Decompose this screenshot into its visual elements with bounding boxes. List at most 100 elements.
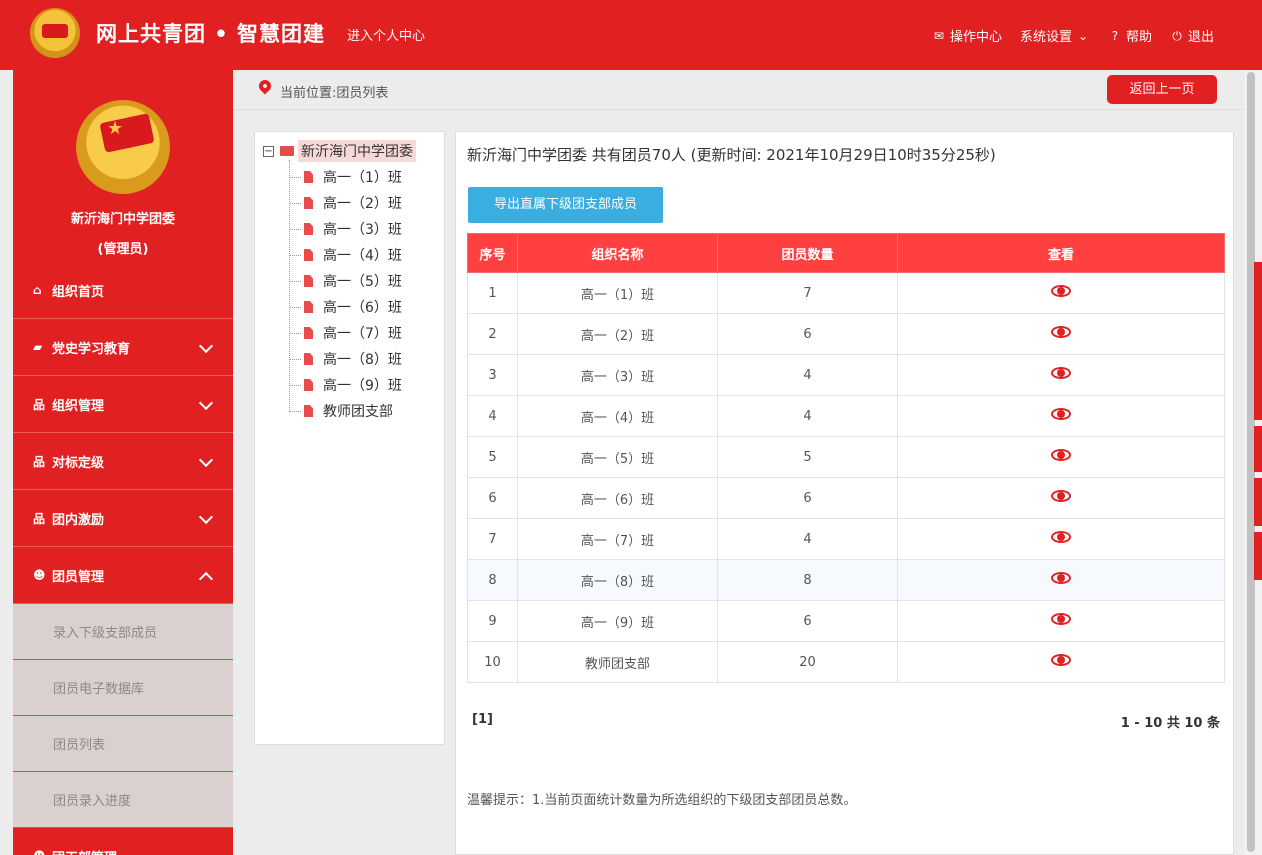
cell-org-name: 高一（7）班 xyxy=(517,518,718,560)
tree-node-label: 教师团支部 xyxy=(323,404,393,420)
help-link[interactable]: ? 帮助 xyxy=(1108,26,1152,46)
cell-index: 6 xyxy=(467,477,518,519)
eye-icon[interactable] xyxy=(1050,365,1072,381)
chevron-up-icon xyxy=(198,571,214,587)
cell-org-name: 高一（3）班 xyxy=(517,354,718,396)
eye-icon[interactable] xyxy=(1050,447,1072,463)
column-header: 序号 xyxy=(467,233,518,273)
menu-item-incentive[interactable]: 品 团内激励 xyxy=(13,490,233,547)
ops-center-link[interactable]: ✉ 操作中心 xyxy=(932,26,1002,46)
file-icon xyxy=(304,223,313,235)
tree-node[interactable]: 高一（8）班 xyxy=(289,346,402,372)
chevron-down-icon: ⌄ xyxy=(1077,28,1088,43)
pagination-page-link[interactable]: [1] xyxy=(472,712,493,727)
cell-index: 7 xyxy=(467,518,518,560)
tree-node[interactable]: 高一（3）班 xyxy=(289,216,402,242)
settings-menu[interactable]: 系统设置 ⌄ xyxy=(1020,26,1090,46)
cell-index: 8 xyxy=(467,559,518,601)
tree-connector xyxy=(289,358,301,360)
eye-icon[interactable] xyxy=(1050,488,1072,504)
brand-title: 网上共青团 • 智慧团建 xyxy=(96,22,326,46)
column-header: 团员数量 xyxy=(717,233,898,273)
menu-item-home[interactable]: ⌂ 组织首页 xyxy=(13,262,233,319)
submenu-item-enter-members[interactable]: 录入下级支部成员 xyxy=(13,604,233,660)
tree-node[interactable]: 高一（7）班 xyxy=(289,320,402,346)
cell-member-count: 4 xyxy=(717,354,898,396)
tree-node[interactable]: 高一（6）班 xyxy=(289,294,402,320)
cell-member-count: 7 xyxy=(717,272,898,314)
menu-label: 党史学习教育 xyxy=(52,341,131,357)
tree-connector xyxy=(289,176,301,178)
tree-connector xyxy=(289,332,301,334)
cell-org-name: 高一（4）班 xyxy=(517,395,718,437)
export-members-button[interactable]: 导出直属下级团支部成员 xyxy=(468,187,663,223)
personal-center-link[interactable]: 进入个人中心 xyxy=(347,25,425,44)
league-emblem-icon xyxy=(76,100,170,194)
submenu-item-member-list[interactable]: 团员列表 xyxy=(13,716,233,772)
menu-item-party-history[interactable]: ▰ 党史学习教育 xyxy=(13,319,233,376)
cell-org-name: 高一（8）班 xyxy=(517,559,718,601)
cell-member-count: 6 xyxy=(717,600,898,642)
cell-org-name: 高一（1）班 xyxy=(517,272,718,314)
tree-node[interactable]: 高一（5）班 xyxy=(289,268,402,294)
top-header: 网上共青团 • 智慧团建 进入个人中心 ✉ 操作中心 系统设置 ⌄ ? 帮助 ⏻… xyxy=(0,0,1262,70)
tree-root-label: 新沂海门中学团委 xyxy=(298,140,416,162)
sitemap-icon: 品 xyxy=(33,397,46,412)
cell-org-name: 高一（9）班 xyxy=(517,600,718,642)
submenu-item-member-database[interactable]: 团员电子数据库 xyxy=(13,660,233,716)
table-row: 2 高一（2）班 6 xyxy=(467,313,1225,355)
file-icon xyxy=(304,275,313,287)
tree-node[interactable]: 高一（9）班 xyxy=(289,372,402,398)
file-icon xyxy=(304,353,313,365)
tree-node[interactable]: 高一（4）班 xyxy=(289,242,402,268)
submenu-item-entry-progress[interactable]: 团员录入进度 xyxy=(13,772,233,828)
cell-view xyxy=(897,641,1225,683)
eye-icon[interactable] xyxy=(1050,570,1072,586)
tree-node[interactable]: 高一（1）班 xyxy=(289,164,402,190)
tree-node[interactable]: 教师团支部 xyxy=(289,398,402,424)
menu-label: 团内激励 xyxy=(52,512,105,528)
tree-connector xyxy=(289,202,301,204)
envelope-icon: ✉ xyxy=(933,28,944,43)
back-button[interactable]: 返回上一页 xyxy=(1107,75,1217,104)
cell-index: 3 xyxy=(467,354,518,396)
menu-item-member-manage[interactable]: ☻ 团员管理 xyxy=(13,547,233,604)
chevron-down-icon xyxy=(198,452,214,468)
cell-view xyxy=(897,436,1225,478)
collapse-toggle-icon[interactable]: − xyxy=(263,145,274,157)
org-role: (管理员) xyxy=(97,242,149,257)
chevron-down-icon xyxy=(198,395,214,411)
floating-side-tab[interactable] xyxy=(1254,426,1262,472)
tree-root-node[interactable]: − 新沂海门中学团委 xyxy=(263,140,416,162)
menu-item-cadre-manage[interactable]: ☻ 团干部管理 xyxy=(13,828,233,855)
menu-item-benchmark[interactable]: 品 对标定级 xyxy=(13,433,233,490)
tree-node[interactable]: 高一（2）班 xyxy=(289,190,402,216)
floating-side-tab[interactable] xyxy=(1254,262,1262,420)
floating-side-tab[interactable] xyxy=(1254,478,1262,526)
question-icon: ? xyxy=(1111,28,1119,43)
cell-member-count: 4 xyxy=(717,395,898,437)
org-name: 新沂海门中学团委 xyxy=(70,212,175,227)
file-icon xyxy=(304,405,313,417)
cell-index: 1 xyxy=(467,272,518,314)
file-icon xyxy=(304,249,313,261)
eye-icon[interactable] xyxy=(1050,529,1072,545)
eye-icon[interactable] xyxy=(1050,324,1072,340)
cell-member-count: 8 xyxy=(717,559,898,601)
floating-side-tab[interactable] xyxy=(1254,532,1262,580)
folder-open-icon xyxy=(280,146,294,156)
cell-member-count: 5 xyxy=(717,436,898,478)
menu-item-org-manage[interactable]: 品 组织管理 xyxy=(13,376,233,433)
tree-connector xyxy=(289,254,301,256)
eye-icon[interactable] xyxy=(1050,611,1072,627)
cell-index: 4 xyxy=(467,395,518,437)
tree-connector xyxy=(289,306,301,308)
logout-label: 退出 xyxy=(1187,30,1214,45)
logout-link[interactable]: ⏻ 退出 xyxy=(1170,26,1214,46)
cell-view xyxy=(897,477,1225,519)
eye-icon[interactable] xyxy=(1050,406,1072,422)
cell-org-name: 高一（5）班 xyxy=(517,436,718,478)
cell-index: 9 xyxy=(467,600,518,642)
eye-icon[interactable] xyxy=(1050,283,1072,299)
eye-icon[interactable] xyxy=(1050,652,1072,668)
